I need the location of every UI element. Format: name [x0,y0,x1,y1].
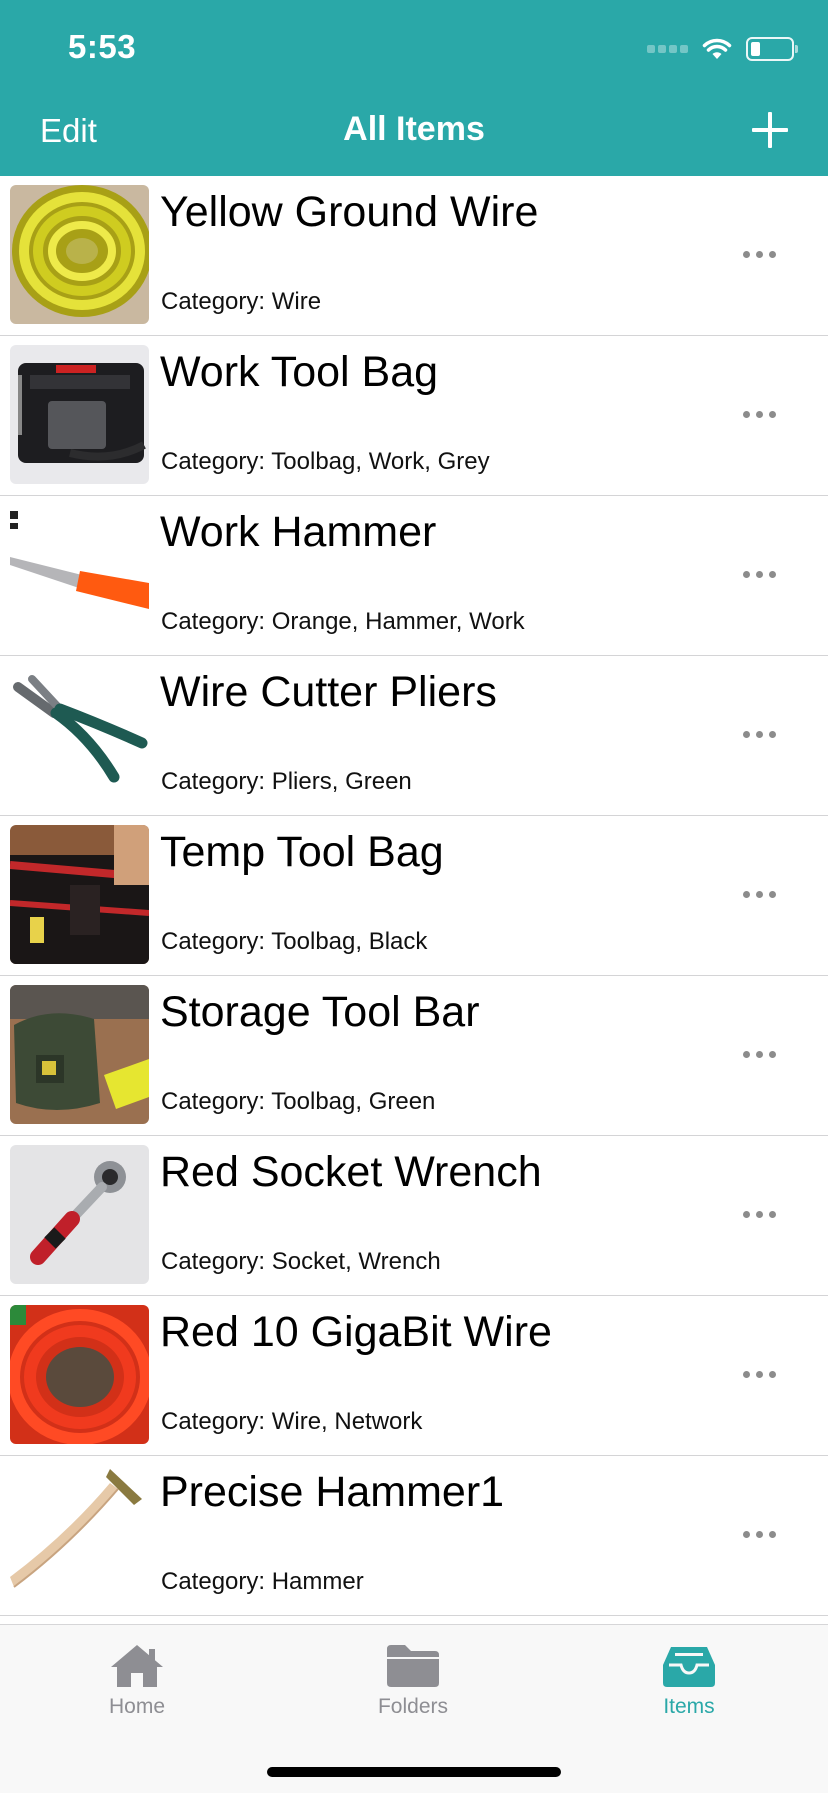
item-thumbnail-socket-wrench [10,1145,149,1284]
more-options-icon[interactable] [743,1371,776,1378]
item-title: Storage Tool Bar [160,988,480,1036]
item-title: Wire Cutter Pliers [160,668,497,716]
more-options-icon[interactable] [743,891,776,898]
home-indicator [267,1767,561,1777]
item-category: Category: Toolbag, Green [161,1088,436,1115]
item-thumbnail-tool-bag [10,345,149,484]
add-item-button[interactable] [750,110,790,150]
list-item[interactable]: Red 10 GigaBit Wire Category: Wire, Netw… [0,1296,828,1456]
item-thumbnail-wooden-hammer [10,1465,149,1604]
item-title: Red 10 GigaBit Wire [160,1308,552,1356]
more-options-icon[interactable] [743,731,776,738]
item-category: Category: Wire, Network [161,1408,423,1435]
list-item[interactable]: Temp Tool Bag Category: Toolbag, Black [0,816,828,976]
tab-folders[interactable]: Folders [323,1643,503,1719]
item-category: Category: Hammer [161,1568,364,1595]
list-item[interactable]: Storage Tool Bar Category: Toolbag, Gree… [0,976,828,1136]
status-icons [647,34,798,64]
tab-items[interactable]: Items [599,1643,779,1719]
more-options-icon[interactable] [743,411,776,418]
item-category: Category: Wire [161,288,322,315]
edit-button[interactable]: Edit [40,112,97,150]
item-thumbnail-green-bag [10,985,149,1124]
list-item[interactable]: Red Socket Wrench Category: Socket, Wren… [0,1136,828,1296]
more-options-icon[interactable] [743,571,776,578]
list-item[interactable]: Work Hammer Category: Orange, Hammer, Wo… [0,496,828,656]
status-time: 5:53 [68,28,137,65]
navigation-header: 5:53 Edit All Items [0,0,828,176]
item-title: Red Socket Wrench [160,1148,542,1196]
list-item[interactable]: Wire Cutter Pliers Category: Pliers, Gre… [0,656,828,816]
tab-label: Folders [377,1695,449,1718]
list-item[interactable]: Precise Hammer1 Category: Hammer [0,1456,828,1616]
tab-label: Items [663,1695,715,1718]
item-category: Category: Toolbag, Black [161,928,428,955]
items-list: Yellow Ground Wire Category: Wire Work T… [0,176,828,1616]
cellular-signal-icon [647,45,688,53]
item-category: Category: Toolbag, Work, Grey [161,448,490,475]
item-thumbnail-pliers [10,665,149,804]
wifi-icon [702,38,732,59]
item-title: Precise Hammer1 [160,1468,505,1516]
list-item[interactable]: Yellow Ground Wire Category: Wire [0,176,828,336]
more-options-icon[interactable] [743,1211,776,1218]
item-thumbnail-yellow-wire [10,185,149,324]
more-options-icon[interactable] [743,1531,776,1538]
more-options-icon[interactable] [743,1051,776,1058]
item-title: Yellow Ground Wire [160,188,539,236]
item-category: Category: Orange, Hammer, Work [161,608,525,635]
folder-icon [387,1645,439,1687]
page-title: All Items [343,110,485,148]
item-thumbnail-tool-belt [10,825,149,964]
tray-icon [663,1647,715,1687]
item-thumbnail-red-wire [10,1305,149,1444]
item-category: Category: Socket, Wrench [161,1248,441,1275]
battery-icon [746,37,798,61]
tab-label: Home [108,1695,166,1718]
tab-home[interactable]: Home [47,1643,227,1719]
item-title: Work Hammer [160,508,437,556]
house-icon [111,1645,163,1687]
item-category: Category: Pliers, Green [161,768,412,795]
item-title: Work Tool Bag [160,348,439,396]
list-item[interactable]: Work Tool Bag Category: Toolbag, Work, G… [0,336,828,496]
more-options-icon[interactable] [743,251,776,258]
item-title: Temp Tool Bag [160,828,444,876]
item-thumbnail-orange-hammer [10,505,149,644]
